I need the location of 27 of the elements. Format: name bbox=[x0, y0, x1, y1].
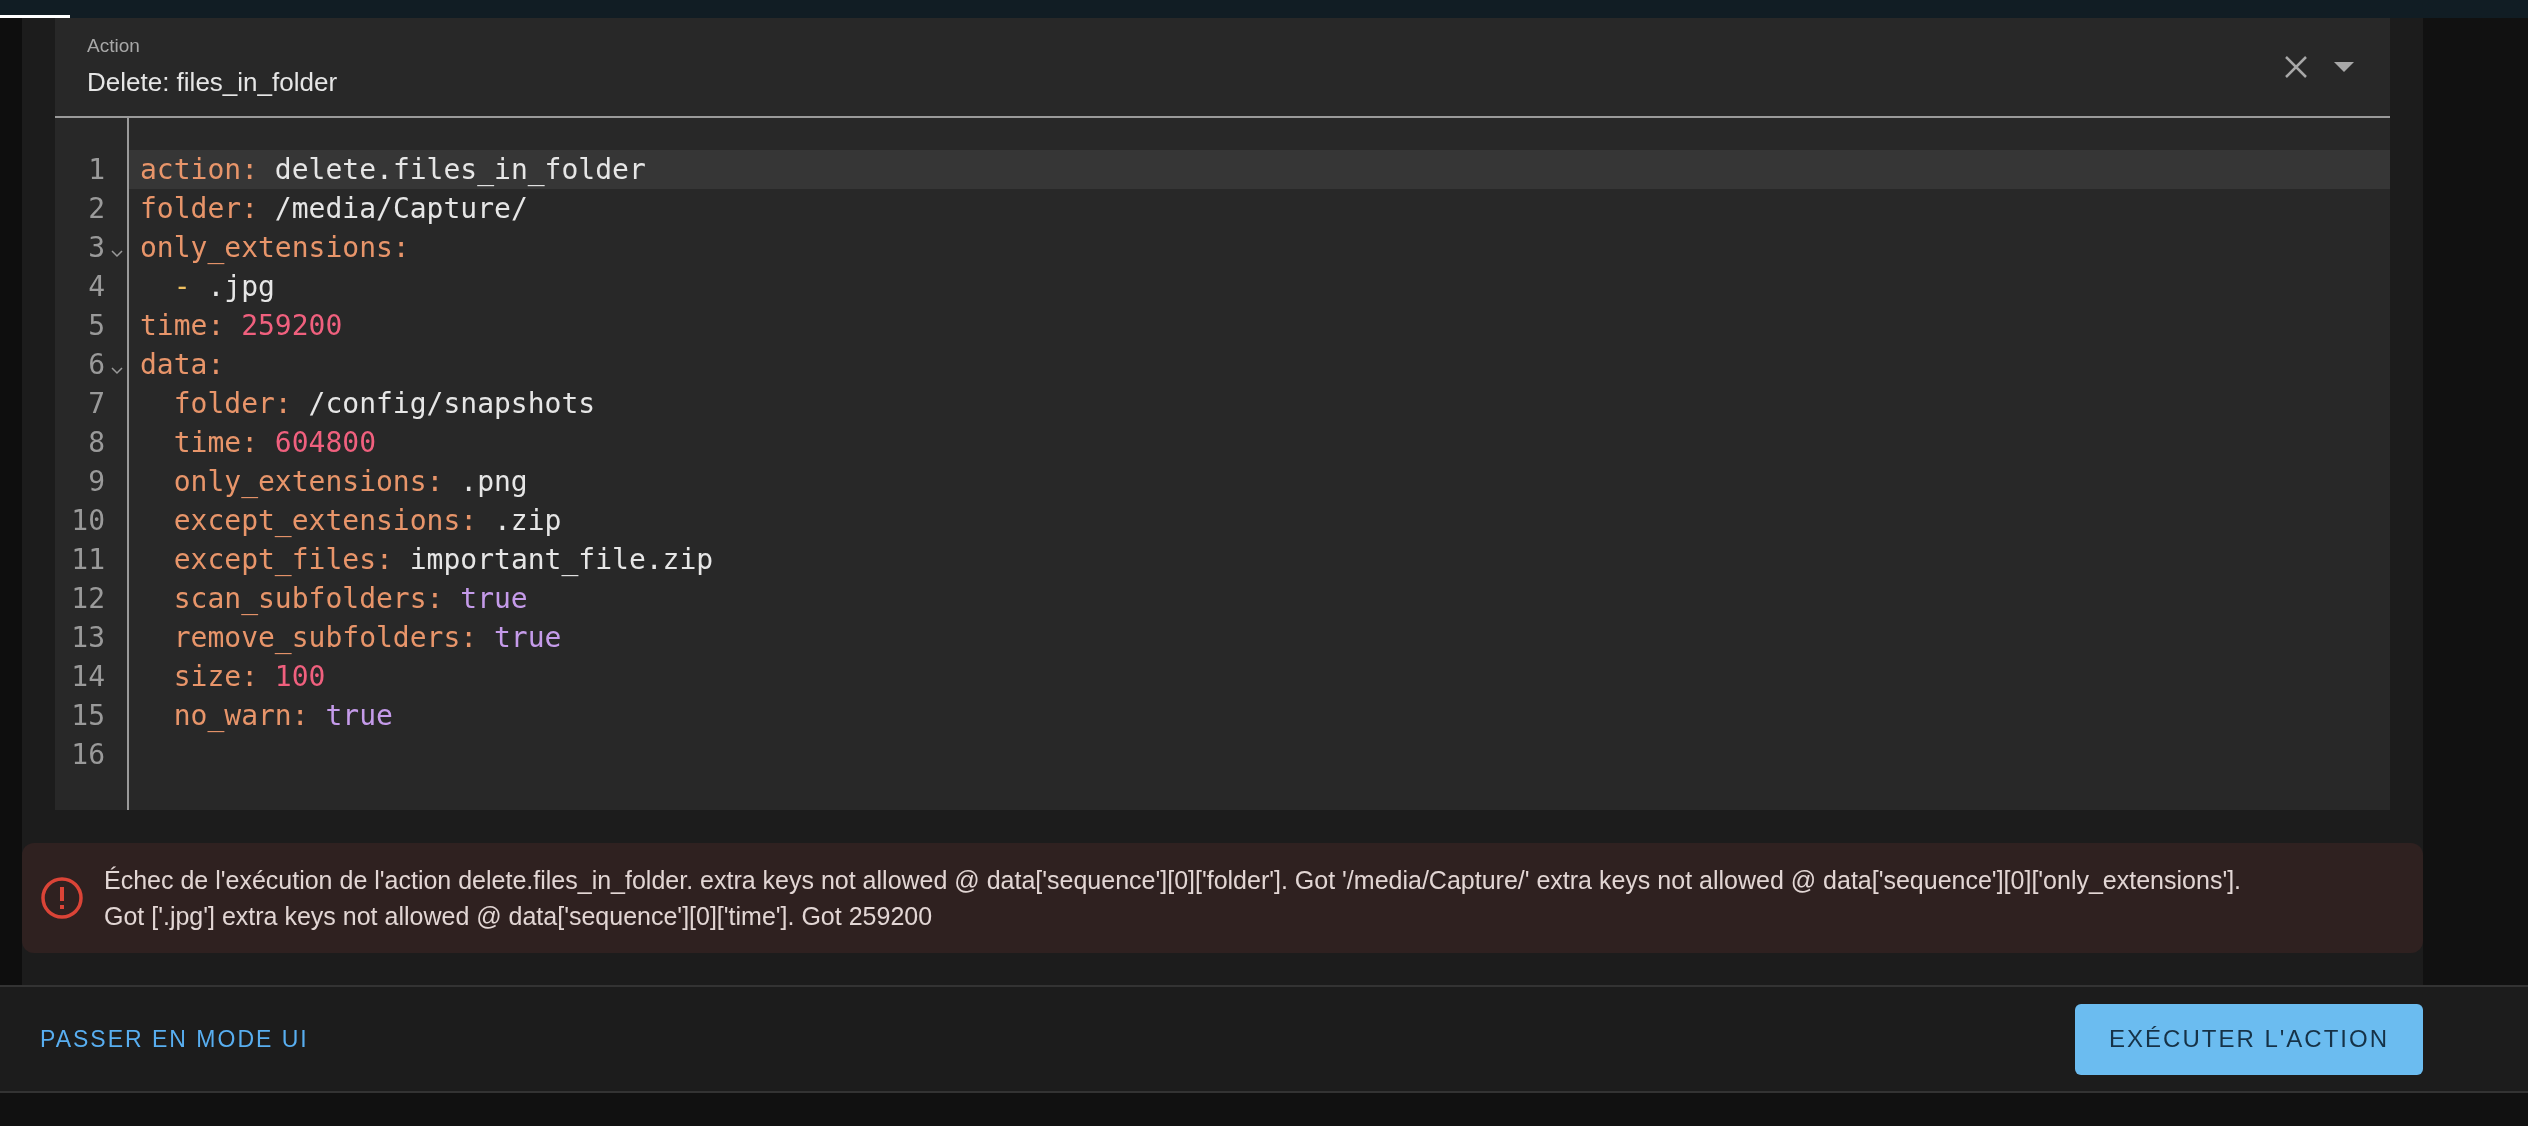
line-number: 3 bbox=[88, 229, 105, 266]
line-number: 14 bbox=[71, 658, 105, 695]
switch-mode-link[interactable]: PASSER EN MODE UI bbox=[40, 1021, 309, 1057]
dropdown-caret-icon[interactable] bbox=[2334, 62, 2354, 72]
line-number: 15 bbox=[71, 697, 105, 734]
line-number: 1 bbox=[88, 151, 105, 188]
tab-indicator bbox=[0, 15, 70, 18]
close-icon[interactable] bbox=[2284, 55, 2308, 79]
line-number: 7 bbox=[88, 385, 105, 422]
line-number: 9 bbox=[88, 463, 105, 500]
line-number: 16 bbox=[71, 736, 105, 773]
line-number: 11 bbox=[71, 541, 105, 578]
line-number: 8 bbox=[88, 424, 105, 461]
line-number: 2 bbox=[88, 190, 105, 227]
line-number: 5 bbox=[88, 307, 105, 344]
line-number: 10 bbox=[71, 502, 105, 539]
line-number: 6 bbox=[88, 346, 105, 383]
action-title: Delete: files_in_folder bbox=[87, 65, 338, 99]
action-label: Action bbox=[87, 34, 141, 59]
error-message: Échec de l'exécution de l'action delete.files_in_folder. extra keys not allowed @ data['sequence'][0]['folder']. Got '/media/Capture/' extra keys not allowed @ data['sequence'][0]['only_extensions']. Got ['.jpg'] extra keys not allowed @ data['sequence'][0]['time']. Got 259200 bbox=[104, 865, 2243, 932]
line-number: 4 bbox=[88, 268, 105, 305]
error-icon bbox=[40, 876, 84, 920]
line-number: 13 bbox=[71, 619, 105, 656]
fold-chevron-icon[interactable] bbox=[111, 367, 123, 375]
run-action-button[interactable]: EXÉCUTER L'ACTION bbox=[2075, 1003, 2423, 1075]
line-number: 12 bbox=[71, 580, 105, 617]
fold-chevron-icon[interactable] bbox=[111, 250, 123, 258]
